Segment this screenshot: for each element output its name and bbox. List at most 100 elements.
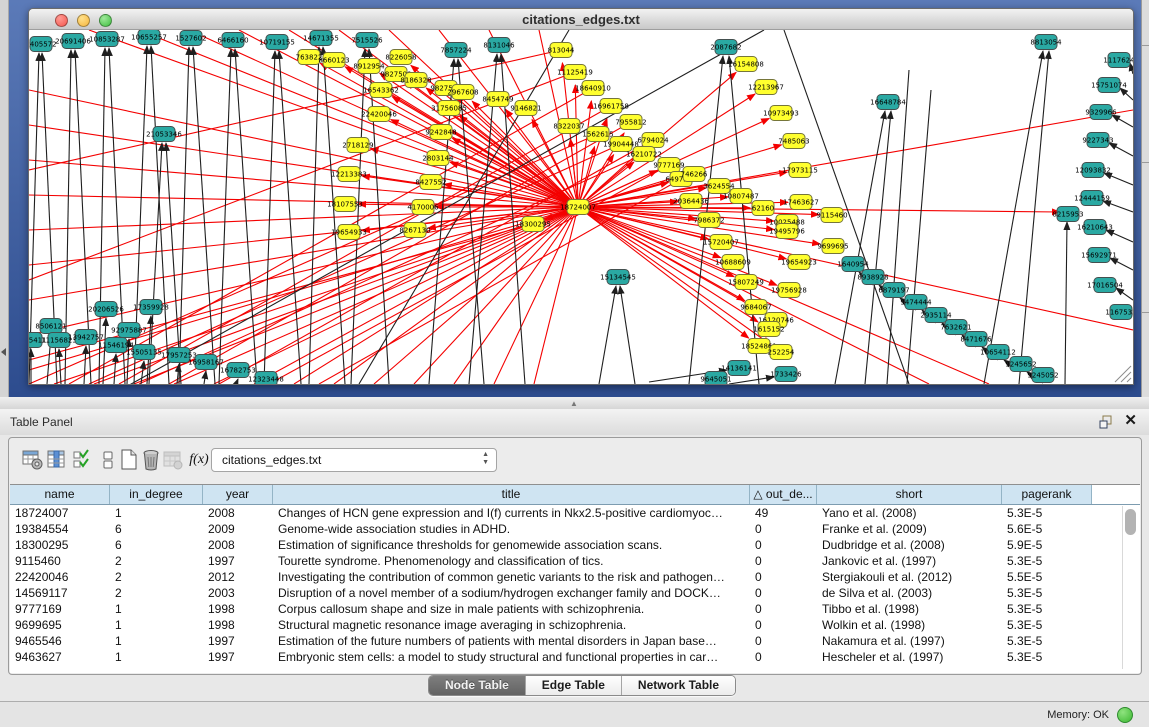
table-cell[interactable]: 1997 bbox=[203, 649, 273, 665]
column-header-0[interactable]: name bbox=[10, 485, 110, 504]
table-cell[interactable]: 19384554 bbox=[10, 521, 110, 537]
table-cell[interactable]: 0 bbox=[750, 633, 817, 649]
table-cell[interactable]: 9463627 bbox=[10, 649, 110, 665]
table-cell[interactable]: Investigating the contribution of common… bbox=[273, 569, 750, 585]
table-cell[interactable]: 2 bbox=[110, 569, 203, 585]
table-cell[interactable]: Dudbridge et al. (2008) bbox=[817, 537, 1002, 553]
table-cell[interactable]: 5.9E-5 bbox=[1002, 537, 1092, 553]
table-cell[interactable]: 2 bbox=[110, 585, 203, 601]
table-cell[interactable]: 6 bbox=[110, 537, 203, 553]
table-cell[interactable]: 5.6E-5 bbox=[1002, 521, 1092, 537]
network-window-titlebar[interactable]: citations_edges.txt bbox=[29, 9, 1133, 30]
table-cell[interactable]: 1997 bbox=[203, 553, 273, 569]
table-cell[interactable]: 5.3E-5 bbox=[1002, 649, 1092, 665]
table-row[interactable]: 1872400712008Changes of HCN gene express… bbox=[10, 505, 1140, 521]
table-cell[interactable]: 9465546 bbox=[10, 633, 110, 649]
import-table-icon[interactable] bbox=[161, 447, 185, 473]
table-cell[interactable]: Wolkin et al. (1998) bbox=[817, 617, 1002, 633]
collapse-panel-icon[interactable] bbox=[1, 348, 6, 356]
table-cell[interactable]: Estimation of significance thresholds fo… bbox=[273, 537, 750, 553]
table-cell[interactable]: 1997 bbox=[203, 633, 273, 649]
table-cell[interactable]: 49 bbox=[750, 505, 817, 521]
table-cell[interactable]: 14569117 bbox=[10, 585, 110, 601]
table-cell[interactable]: Corpus callosum shape and size in male p… bbox=[273, 601, 750, 617]
table-cell[interactable]: 1 bbox=[110, 617, 203, 633]
column-header-2[interactable]: year bbox=[203, 485, 273, 504]
table-cell[interactable]: Embryonic stem cells: a model to study s… bbox=[273, 649, 750, 665]
table-cell[interactable]: 5.3E-5 bbox=[1002, 633, 1092, 649]
table-cell[interactable]: 5.3E-5 bbox=[1002, 505, 1092, 521]
table-cell[interactable]: 9115460 bbox=[10, 553, 110, 569]
table-cell[interactable]: 1998 bbox=[203, 617, 273, 633]
table-row[interactable]: 977716911998Corpus callosum shape and si… bbox=[10, 601, 1140, 617]
table-cell[interactable]: 1 bbox=[110, 633, 203, 649]
table-row[interactable]: 911546021997Tourette syndrome. Phenomeno… bbox=[10, 553, 1140, 569]
window-resize-grip[interactable] bbox=[1115, 366, 1131, 382]
table-row[interactable]: 969969511998Structural magnetic resonanc… bbox=[10, 617, 1140, 633]
table-cell[interactable]: 2008 bbox=[203, 537, 273, 553]
column-header-3[interactable]: title bbox=[273, 485, 750, 504]
table-cell[interactable]: 5.5E-5 bbox=[1002, 569, 1092, 585]
table-cell[interactable]: 0 bbox=[750, 553, 817, 569]
table-cell[interactable]: 0 bbox=[750, 601, 817, 617]
table-row[interactable]: 2242004622012Investigating the contribut… bbox=[10, 569, 1140, 585]
table-cell[interactable]: 1 bbox=[110, 649, 203, 665]
table-cell[interactable]: Tibbo et al. (1998) bbox=[817, 601, 1002, 617]
table-cell[interactable]: 2009 bbox=[203, 521, 273, 537]
table-cell[interactable]: 9777169 bbox=[10, 601, 110, 617]
table-cell[interactable]: 2012 bbox=[203, 569, 273, 585]
column-header-5[interactable]: short bbox=[817, 485, 1002, 504]
table-cell[interactable]: 22420046 bbox=[10, 569, 110, 585]
table-cell[interactable]: Yano et al. (2008) bbox=[817, 505, 1002, 521]
column-header-4[interactable]: △ out_de... bbox=[750, 485, 817, 504]
table-row[interactable]: 946362711997Embryonic stem cells: a mode… bbox=[10, 649, 1140, 665]
table-cell[interactable]: 0 bbox=[750, 537, 817, 553]
table-row[interactable]: 1456911722003Disruption of a novel membe… bbox=[10, 585, 1140, 601]
table-cell[interactable]: Jankovic et al. (1997) bbox=[817, 553, 1002, 569]
table-cell[interactable]: 5.3E-5 bbox=[1002, 553, 1092, 569]
table-row[interactable]: 1830029562008Estimation of significance … bbox=[10, 537, 1140, 553]
close-panel-icon[interactable]: ✕ bbox=[1124, 413, 1137, 429]
table-cell[interactable]: Disruption of a novel member of a sodium… bbox=[273, 585, 750, 601]
modify-table-icon[interactable] bbox=[21, 447, 45, 473]
table-cell[interactable]: Stergiakouli et al. (2012) bbox=[817, 569, 1002, 585]
network-graph-canvas[interactable]: 2405572206914061085328710655257152760264… bbox=[29, 30, 1133, 384]
column-header-6[interactable]: pagerank bbox=[1002, 485, 1092, 504]
select-columns-icon[interactable] bbox=[70, 447, 94, 473]
table-cell[interactable]: 9699695 bbox=[10, 617, 110, 633]
table-cell[interactable]: Structural magnetic resonance image aver… bbox=[273, 617, 750, 633]
table-cell[interactable]: 0 bbox=[750, 585, 817, 601]
table-row[interactable]: 1938455462009Genome-wide association stu… bbox=[10, 521, 1140, 537]
table-cell[interactable]: 5.3E-5 bbox=[1002, 601, 1092, 617]
table-cell[interactable]: 2003 bbox=[203, 585, 273, 601]
table-cell[interactable]: 0 bbox=[750, 569, 817, 585]
float-panel-icon[interactable] bbox=[1099, 415, 1113, 429]
tab-edge-table[interactable]: Edge Table bbox=[526, 676, 622, 695]
table-cell[interactable]: Estimation of the future numbers of pati… bbox=[273, 633, 750, 649]
table-selector-dropdown[interactable]: citations_edges.txt ▲▼ bbox=[211, 448, 497, 472]
table-cell[interactable]: 2 bbox=[110, 553, 203, 569]
table-cell[interactable]: Changes of HCN gene expression and I(f) … bbox=[273, 505, 750, 521]
table-scrollbar-thumb[interactable] bbox=[1125, 509, 1136, 535]
tab-node-table[interactable]: Node Table bbox=[429, 676, 526, 695]
table-cell[interactable]: 18300295 bbox=[10, 537, 110, 553]
table-cell[interactable]: 1 bbox=[110, 505, 203, 521]
splitter-grip-icon[interactable]: ▲ bbox=[570, 399, 578, 408]
table-cell[interactable]: Franke et al. (2009) bbox=[817, 521, 1002, 537]
table-cell[interactable]: Genome-wide association studies in ADHD. bbox=[273, 521, 750, 537]
table-cell[interactable]: 2008 bbox=[203, 505, 273, 521]
table-cell[interactable]: 6 bbox=[110, 521, 203, 537]
table-cell[interactable]: 0 bbox=[750, 649, 817, 665]
function-builder-icon[interactable]: f(x) bbox=[187, 447, 211, 473]
tab-network-table[interactable]: Network Table bbox=[622, 676, 735, 695]
table-cell[interactable]: 0 bbox=[750, 617, 817, 633]
delete-table-icon[interactable] bbox=[139, 447, 163, 473]
table-cell[interactable]: 0 bbox=[750, 521, 817, 537]
table-cell[interactable]: 18724007 bbox=[10, 505, 110, 521]
table-cell[interactable]: Hescheler et al. (1997) bbox=[817, 649, 1002, 665]
table-cell[interactable]: 1998 bbox=[203, 601, 273, 617]
show-column-icon[interactable] bbox=[45, 447, 69, 473]
column-header-1[interactable]: in_degree bbox=[110, 485, 203, 504]
network-view-window[interactable]: citations_edges.txt 24055722069140610853… bbox=[28, 8, 1134, 385]
table-cell[interactable]: Nakamura et al. (1997) bbox=[817, 633, 1002, 649]
